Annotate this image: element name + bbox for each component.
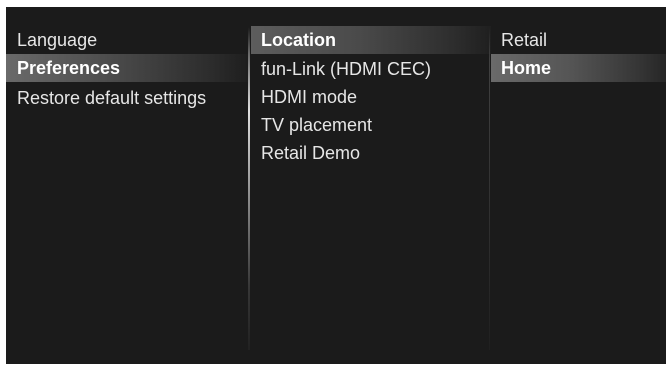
menu-item-fun-link[interactable]: fun-Link (HDMI CEC) — [251, 55, 491, 83]
column-divider — [248, 27, 250, 350]
menu-item-tv-placement[interactable]: TV placement — [251, 111, 491, 139]
menu-item-location[interactable]: Location — [251, 26, 491, 54]
menu-item-home[interactable]: Home — [491, 54, 666, 82]
menu-item-hdmi-mode[interactable]: HDMI mode — [251, 83, 491, 111]
menu-column-location: Retail Home — [491, 7, 666, 364]
menu-item-retail[interactable]: Retail — [491, 26, 666, 54]
menu-item-preferences[interactable]: Preferences — [6, 54, 248, 82]
column-divider — [489, 27, 490, 350]
menu-column-main: Language Preferences Restore default set… — [6, 7, 248, 364]
menu-item-retail-demo[interactable]: Retail Demo — [251, 139, 491, 167]
menu-item-restore-default-settings[interactable]: Restore default settings — [6, 84, 248, 112]
menu-column-preferences: Location fun-Link (HDMI CEC) HDMI mode T… — [251, 7, 491, 364]
menu-item-language[interactable]: Language — [6, 26, 248, 54]
tv-settings-screen: Language Preferences Restore default set… — [6, 7, 666, 364]
